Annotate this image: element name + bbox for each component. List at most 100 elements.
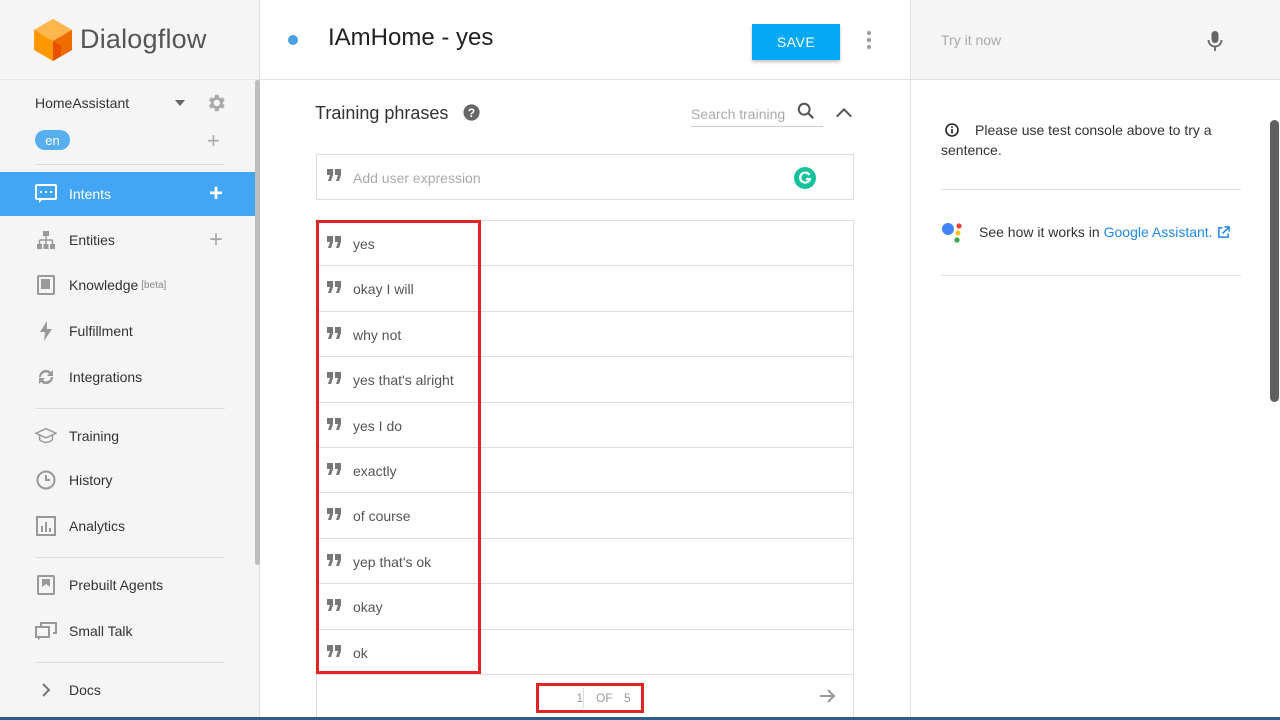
caret-down-icon[interactable] — [175, 100, 185, 106]
more-vert-icon[interactable] — [866, 30, 872, 50]
sidebar-item-intents[interactable]: Intents + — [0, 172, 255, 216]
sidebar-item-history[interactable]: History — [0, 458, 255, 502]
search-training-box — [691, 100, 823, 127]
sidebar-item-prebuilt-agents[interactable]: Prebuilt Agents — [0, 563, 255, 607]
language-badge[interactable]: en — [35, 130, 70, 150]
intent-title[interactable]: IAmHome - yes — [328, 24, 493, 52]
add-language-icon[interactable]: + — [207, 130, 220, 152]
list-item[interactable]: yes — [317, 221, 853, 267]
try-it-now-input[interactable] — [941, 28, 1191, 52]
phrase-text[interactable]: okay — [353, 599, 383, 615]
chat-icon — [35, 183, 57, 205]
phrase-text[interactable]: of course — [353, 508, 411, 524]
divider — [941, 275, 1241, 276]
search-icon[interactable] — [797, 102, 815, 120]
phrase-text[interactable]: okay I will — [353, 281, 414, 297]
phrase-text[interactable]: yep that's ok — [353, 554, 431, 570]
gear-icon[interactable] — [205, 92, 227, 114]
chevron-up-icon[interactable] — [835, 104, 853, 122]
list-item[interactable]: ok — [317, 630, 853, 675]
clock-icon — [35, 469, 57, 491]
quote-icon — [327, 326, 341, 339]
quote-icon — [327, 169, 341, 181]
microphone-icon[interactable] — [1207, 30, 1223, 52]
sidebar-item-docs[interactable]: Docs — [0, 668, 255, 712]
chat-bubbles-icon — [35, 620, 57, 642]
current-page-input[interactable]: 1 — [549, 691, 583, 705]
quote-icon — [327, 236, 341, 248]
try-it-now-bar — [911, 0, 1280, 80]
list-item[interactable]: yes that's alright — [317, 357, 853, 403]
sidebar-item-knowledge[interactable]: Knowledge [beta] — [0, 263, 255, 307]
google-assistant-icon — [942, 223, 962, 243]
sidebar-item-label: Prebuilt Agents — [69, 577, 164, 593]
sidebar-item-label: Integrations — [69, 369, 143, 385]
sidebar-item-label: Intents — [69, 186, 112, 202]
sidebar-item-label: Entities — [69, 232, 115, 248]
list-item[interactable]: yep that's ok — [317, 539, 853, 585]
page-indicator: 1 OF 5 — [536, 683, 644, 713]
dialogflow-logo-icon — [34, 18, 72, 61]
sidebar-item-fulfillment[interactable]: Fulfillment — [0, 309, 255, 353]
lightning-icon — [35, 320, 57, 342]
divider — [35, 408, 225, 409]
phrase-text[interactable]: yes — [353, 236, 375, 252]
list-item[interactable]: yes I do — [317, 403, 853, 448]
sidebar-item-label: Small Talk — [69, 623, 133, 639]
save-button[interactable]: SAVE — [752, 24, 840, 60]
divider — [35, 164, 225, 165]
list-item[interactable]: okay — [317, 584, 853, 630]
add-expression-row — [316, 154, 854, 200]
google-assistant-row: See how it works in Google Assistant. — [941, 221, 1251, 243]
google-assistant-link[interactable]: Google Assistant. — [1104, 224, 1213, 240]
sidebar-item-label: Analytics — [69, 518, 126, 534]
add-entity-icon[interactable]: + — [209, 228, 223, 252]
phrase-text[interactable]: why not — [353, 327, 401, 343]
arrow-right-icon[interactable] — [819, 688, 837, 704]
chevron-right-icon — [35, 679, 57, 701]
hierarchy-icon — [35, 229, 57, 251]
phrase-text[interactable]: exactly — [353, 463, 397, 479]
agent-selector[interactable]: HomeAssistant — [35, 92, 227, 114]
quote-icon — [327, 553, 341, 566]
list-item[interactable]: why not — [317, 312, 853, 358]
sidebar-item-label: Fulfillment — [69, 323, 133, 339]
beta-badge: [beta] — [141, 279, 167, 291]
search-training-input[interactable] — [691, 104, 787, 124]
quote-icon — [327, 417, 341, 430]
phrase-text[interactable]: ok — [353, 645, 368, 661]
divider — [35, 557, 225, 558]
sidebar-item-training[interactable]: Training — [0, 414, 255, 458]
logo[interactable]: Dialogflow — [0, 0, 259, 80]
grammarly-icon[interactable] — [793, 166, 817, 190]
external-link-icon[interactable] — [1217, 225, 1230, 239]
total-pages: 5 — [624, 691, 631, 705]
training-phrases-header: Training phrases ? — [315, 100, 855, 130]
sidebar-item-small-talk[interactable]: Small Talk — [0, 609, 255, 653]
graduation-cap-icon — [35, 425, 57, 447]
training-phrase-list: yes okay I will why not yes that's alrig… — [316, 220, 854, 675]
sidebar-item-analytics[interactable]: Analytics — [0, 504, 255, 548]
sidebar-item-label: Docs — [69, 682, 101, 698]
language-row: en + — [35, 130, 227, 152]
sidebar-item-entities[interactable]: Entities + — [0, 218, 255, 262]
info-text: Please use test console above to try a s… — [941, 122, 1212, 158]
sidebar-item-integrations[interactable]: Integrations — [0, 355, 255, 399]
page-scrollbar[interactable] — [1270, 120, 1279, 402]
ga-text: See how it works in — [979, 224, 1100, 240]
sidebar: Dialogflow HomeAssistant en + Intents + … — [0, 0, 260, 720]
quote-icon — [327, 281, 341, 294]
phrase-text[interactable]: yes I do — [353, 418, 402, 434]
test-console-info: Please use test console above to try a s… — [941, 120, 1241, 160]
list-item[interactable]: okay I will — [317, 266, 853, 312]
list-item[interactable]: of course — [317, 493, 853, 539]
add-intent-icon[interactable]: + — [209, 182, 223, 206]
phrase-text[interactable]: yes that's alright — [353, 372, 454, 388]
add-user-expression-input[interactable] — [353, 167, 773, 189]
help-icon[interactable]: ? — [463, 104, 480, 121]
list-item[interactable]: exactly — [317, 448, 853, 494]
pagination: 1 OF 5 — [316, 674, 854, 720]
sidebar-scrollbar[interactable] — [255, 80, 260, 565]
divider — [35, 662, 225, 663]
priority-dot-icon[interactable] — [288, 35, 298, 45]
